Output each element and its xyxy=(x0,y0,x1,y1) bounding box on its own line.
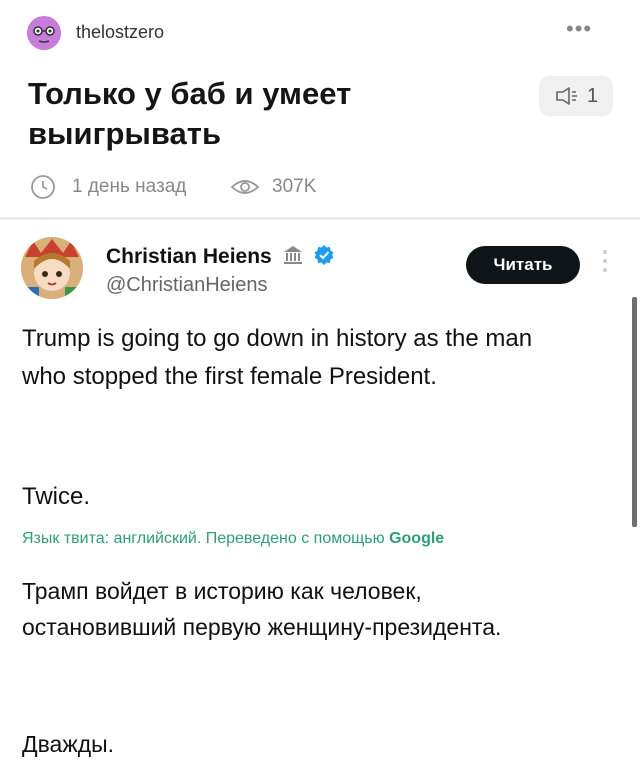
translation-provider: Google xyxy=(389,530,445,547)
tweet-text-second: Twice. xyxy=(22,483,91,510)
post-time: 1 день назад xyxy=(72,176,187,197)
eye-icon xyxy=(230,180,260,194)
avatar-face-icon xyxy=(27,16,61,50)
post-title[interactable]: Только у баб и умеет выигрывать xyxy=(28,74,448,154)
translated-text: Трамп войдет в историю как человек, оста… xyxy=(22,578,502,640)
government-building-icon xyxy=(283,246,302,264)
post-more-button[interactable]: ••• xyxy=(566,18,592,40)
anime-avatar-icon xyxy=(21,237,83,299)
comments-button[interactable]: 1 xyxy=(539,76,613,116)
read-button: Читать xyxy=(466,246,580,284)
verified-badge-icon xyxy=(314,245,334,265)
tweet-more-icon xyxy=(603,250,609,277)
clock-icon xyxy=(31,175,55,199)
post-author[interactable]: thelostzero xyxy=(76,22,164,43)
tweet-author-name-text: Christian Heiens xyxy=(106,245,272,268)
tweet-author-handle: @ChristianHeiens xyxy=(106,274,268,296)
comment-icon xyxy=(556,87,577,105)
post-header: thelostzero ••• xyxy=(0,0,640,70)
scrollbar xyxy=(632,297,637,527)
divider xyxy=(0,217,640,220)
comment-count: 1 xyxy=(587,85,599,107)
view-count: 307K xyxy=(272,176,317,197)
translation-note: Язык твита: английский. Переведено с пом… xyxy=(22,530,444,548)
tweet-author-avatar xyxy=(21,237,83,299)
tweet-author-name: Christian Heiens xyxy=(106,244,335,269)
translation-note-text: Язык твита: английский. Переведено с пом… xyxy=(22,530,385,547)
tweet-text: Trump is going to go down in history as … xyxy=(22,325,533,390)
user-avatar[interactable] xyxy=(27,16,61,50)
translated-text-second: Дважды. xyxy=(22,731,115,757)
